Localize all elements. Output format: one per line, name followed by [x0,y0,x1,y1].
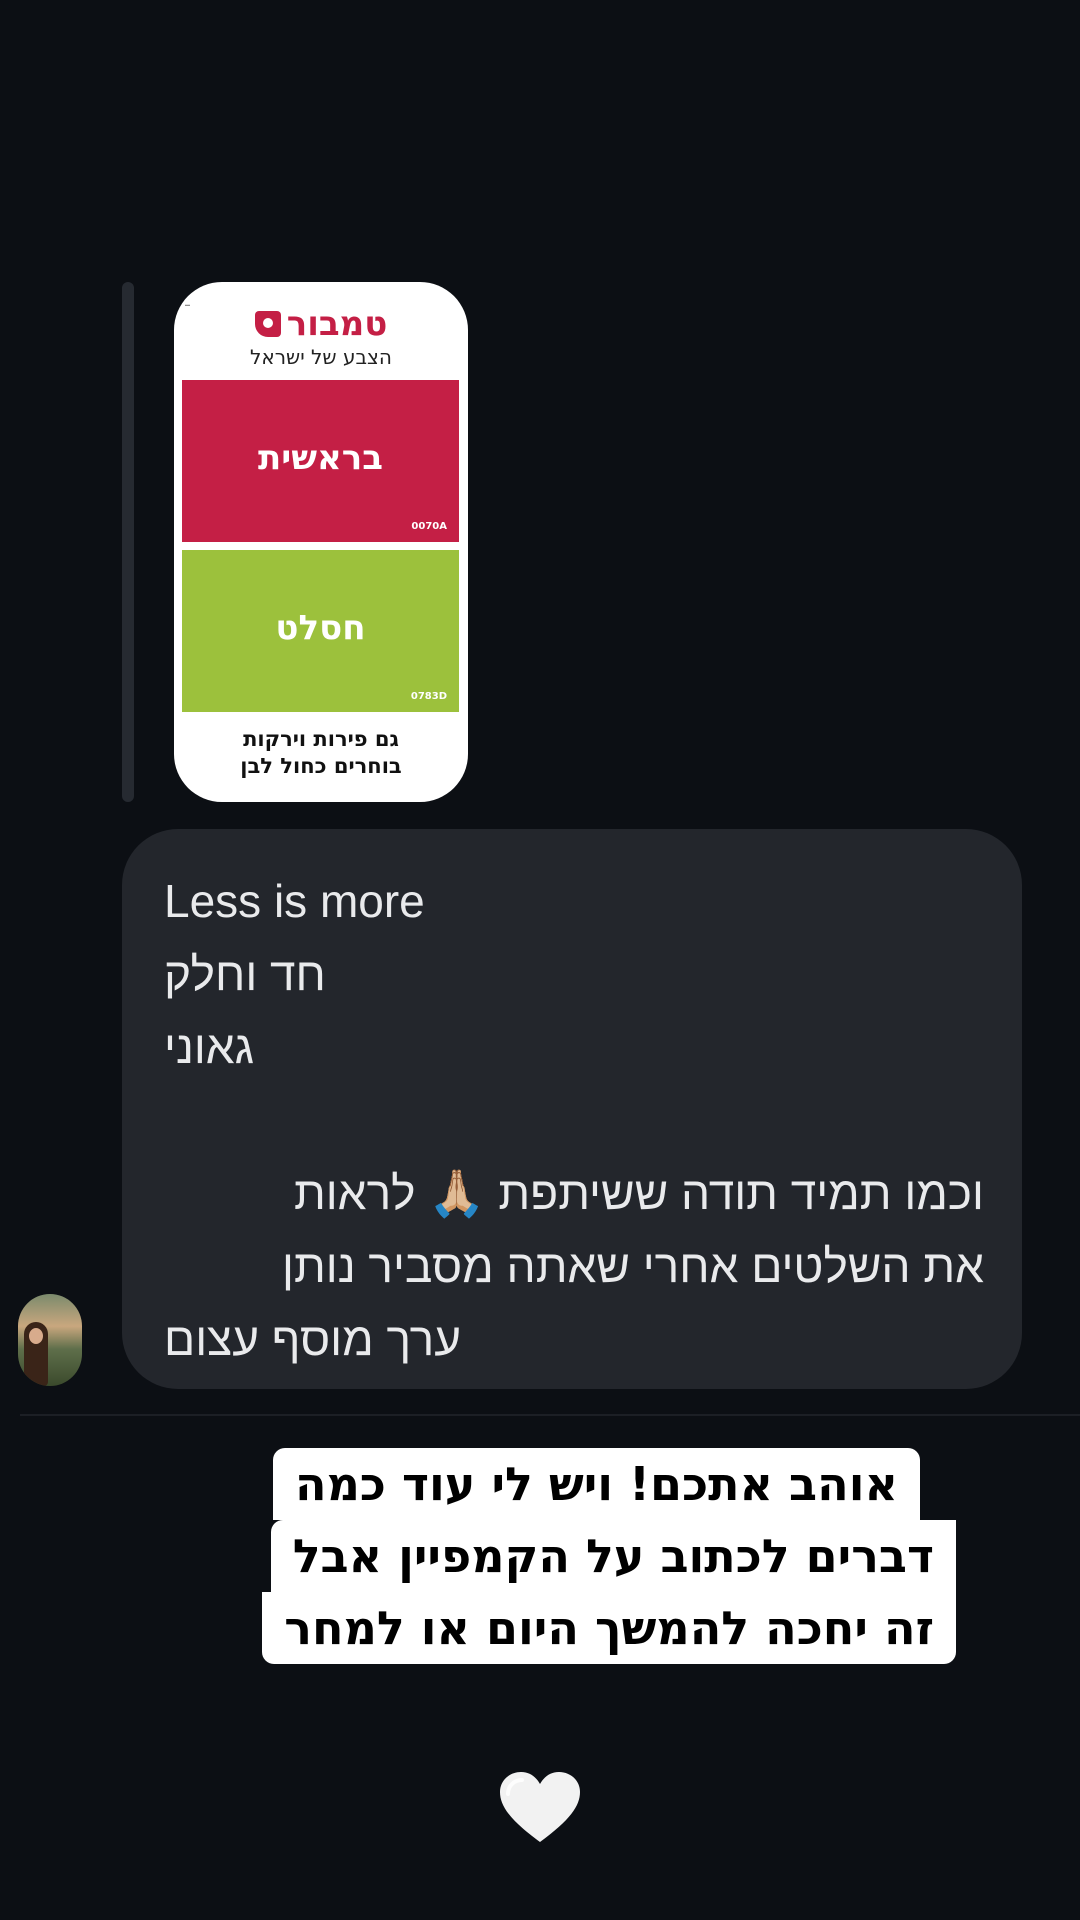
reply-empty-line [164,1084,984,1157]
divider [20,1414,1080,1416]
reply-message-bubble[interactable]: Less is more חד וחלק גאוני וכמו תמיד תוד… [122,829,1022,1389]
color-swatch-red: בראשית 0070A [182,380,459,542]
swatch-code: 0070A [411,521,447,532]
swatch-name: בראשית [258,438,383,478]
card-footer-line: גם פירות וירקות [243,727,399,751]
caption-line: דברים לכתוב על הקמפיין אבל [270,1520,956,1592]
caption-line: אוהב אתכם! ויש לי עוד כמה [273,1448,920,1520]
caption-line: זה יחכה להמשך היום או למחר [262,1592,956,1664]
brand-logo-icon [254,311,281,337]
swatch-name: חסלט [275,608,366,648]
card-footer: גם פירות וירקות בוחרים כחול לבן [174,726,468,780]
reply-line: וכמו תמיד תודה ששיתפת 🙏🏼 לראות [164,1157,984,1230]
white-heart-icon[interactable] [500,1772,580,1844]
reply-line: Less is more [164,875,425,927]
brand-name: טמבור [286,304,388,344]
brand-tagline: הצבע של ישראל [250,345,392,369]
story-caption: אוהב אתכם! ויש לי עוד כמה דברים לכתוב על… [160,1448,956,1664]
reply-message-text: Less is more חד וחלק גאוני וכמו תמיד תוד… [164,865,984,1376]
reply-line: ערך מוסף עצום [164,1303,984,1376]
shared-story-card[interactable]: ו טמבור הצבע של ישראל בראשית 0070A חסלט … [174,282,468,802]
quote-bar [122,282,134,802]
reply-line: גאוני [164,1011,984,1084]
reply-line-text: וכמו תמיד תודה ששיתפת [498,1167,984,1219]
reply-line-text: לראות [293,1167,416,1219]
folded-hands-emoji-icon: 🙏🏼 [428,1167,486,1219]
brand-logo: טמבור [174,304,468,344]
reply-line: את השלטים אחרי שאתה מסביר נותן [282,1240,984,1292]
reply-line-text: גאוני [164,1021,255,1073]
color-swatch-green: חסלט 0783D [182,550,459,712]
avatar[interactable] [18,1294,82,1386]
avatar-face [29,1328,43,1344]
reply-line-text: ערך מוסף עצום [164,1313,462,1365]
swatch-code: 0783D [410,691,447,702]
reply-line: חד וחלק [164,938,984,1011]
card-footer-line: בוחרים כחול לבן [240,754,402,778]
reply-line-text: חד וחלק [164,948,326,1000]
